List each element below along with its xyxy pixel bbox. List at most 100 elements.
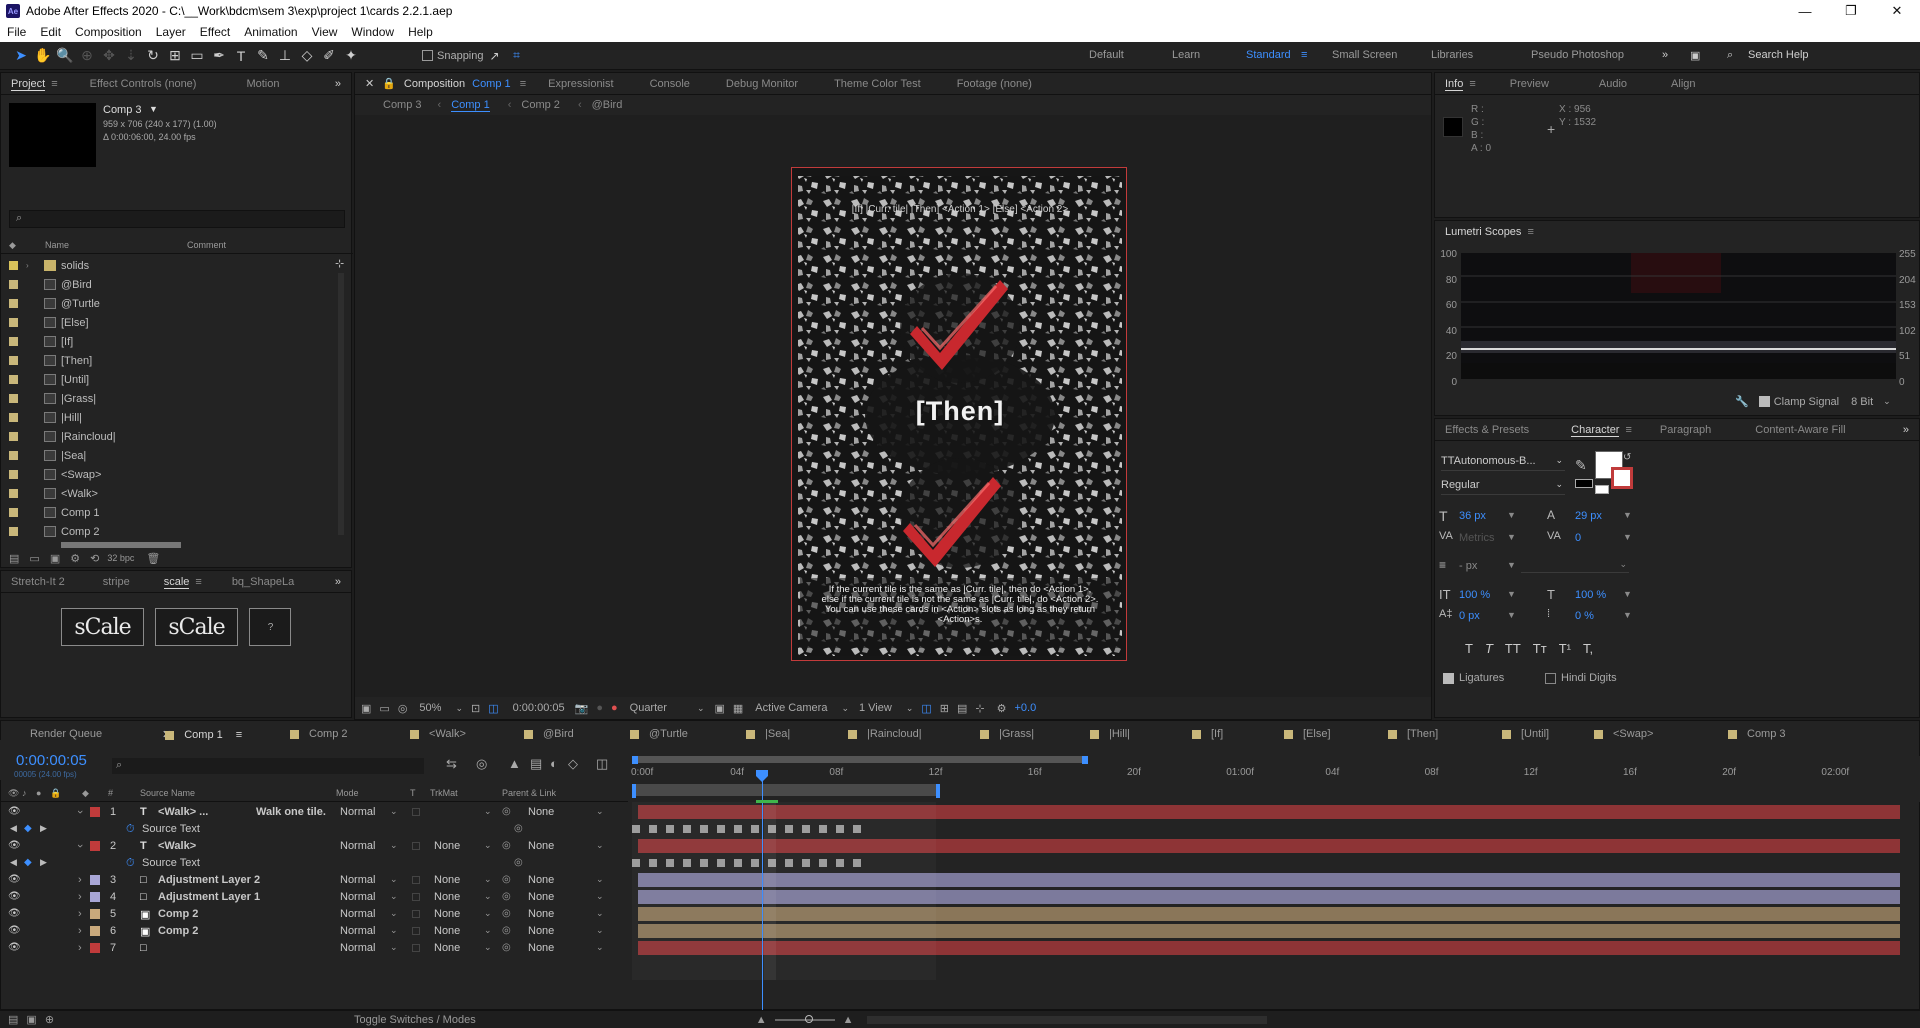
- label-color-swatch[interactable]: [9, 470, 18, 479]
- parent-pickwhip-icon[interactable]: ◎: [502, 925, 511, 936]
- range-end-handle[interactable]: [936, 784, 940, 798]
- fit-icon[interactable]: ⊡: [471, 702, 480, 715]
- timeline-tab[interactable]: Render Queue: [30, 728, 102, 740]
- timeline-tab[interactable]: [Until]: [1502, 728, 1549, 740]
- roto-brush-tool-icon[interactable]: ✐: [318, 45, 340, 67]
- dolly-camera-icon[interactable]: ⇣: [120, 45, 142, 67]
- label-color-swatch[interactable]: [9, 299, 18, 308]
- project-comp-item[interactable]: <Swap>: [1, 465, 335, 484]
- breadcrumb-comp-2[interactable]: Comp 2: [521, 99, 560, 111]
- layer-duration-bar[interactable]: [638, 873, 1900, 887]
- eyedropper-icon[interactable]: ✎: [1575, 457, 1587, 474]
- chevron-down-icon[interactable]: ▼: [1623, 532, 1632, 542]
- render-range-bar[interactable]: [632, 784, 938, 796]
- blend-mode-select[interactable]: Normal: [340, 891, 375, 903]
- track-matte-select[interactable]: None: [434, 840, 460, 852]
- puppet-pin-tool-icon[interactable]: ✦: [340, 45, 362, 67]
- label-color-swatch[interactable]: [9, 451, 18, 460]
- menu-file[interactable]: File: [0, 25, 33, 39]
- breadcrumb-comp-3[interactable]: Comp 3: [383, 99, 422, 111]
- blend-mode-select[interactable]: Normal: [340, 840, 375, 852]
- timeline-tab[interactable]: |Grass|: [980, 728, 1034, 740]
- tab-audio[interactable]: Audio: [1589, 78, 1637, 90]
- hold-keyframe-icon[interactable]: [751, 825, 759, 833]
- maximize-button[interactable]: ❐: [1828, 0, 1874, 22]
- hold-keyframe-icon[interactable]: [683, 825, 691, 833]
- expand-layer-icon[interactable]: ›: [74, 810, 86, 814]
- clone-stamp-tool-icon[interactable]: ⊥: [274, 45, 296, 67]
- timeline-tab[interactable]: [If]: [1192, 728, 1223, 740]
- new-comp-icon[interactable]: ▣: [50, 552, 60, 565]
- timeline-tab[interactable]: |Sea|: [746, 728, 790, 740]
- chevron-down-icon[interactable]: ▼: [1623, 589, 1632, 599]
- composition-canvas[interactable]: [If] |Curr. tile| [Then] <Action 1> [Els…: [791, 167, 1127, 661]
- next-keyframe-icon[interactable]: ▶: [40, 823, 47, 834]
- layer-row[interactable]: 👁 › 3 □ Adjustment Layer 2 Normal ⌄ None ⌄ ◎ None ⌄: [0, 872, 628, 889]
- panel-overflow-icon[interactable]: »: [1893, 424, 1919, 436]
- timeline-tab[interactable]: <Swap>: [1594, 728, 1653, 740]
- vertical-scale-value[interactable]: 100 %: [1459, 589, 1490, 601]
- label-color-swatch[interactable]: [9, 413, 18, 422]
- snapshot-icon[interactable]: 📷: [575, 702, 589, 715]
- hold-keyframe-icon[interactable]: [700, 825, 708, 833]
- zoom-out-icon[interactable]: ▲: [756, 1014, 767, 1026]
- label-color-swatch[interactable]: [9, 432, 18, 441]
- shy-layers-icon[interactable]: ▲: [508, 756, 521, 771]
- workspace-learn[interactable]: Learn: [1172, 49, 1200, 61]
- snapping-checkbox[interactable]: [422, 50, 433, 61]
- hold-keyframe-icon[interactable]: [649, 859, 657, 867]
- workspace-libraries[interactable]: Libraries: [1431, 49, 1473, 61]
- color-channel-icon[interactable]: ●: [611, 702, 618, 714]
- rotation-tool-icon[interactable]: ↻: [142, 45, 164, 67]
- show-snapshot-icon[interactable]: ●: [596, 702, 603, 714]
- leading-value[interactable]: 29 px: [1575, 510, 1602, 522]
- tab-content-aware-fill[interactable]: Content-Aware Fill: [1745, 424, 1855, 436]
- workspace-standard[interactable]: Standard: [1246, 49, 1291, 61]
- parent-select[interactable]: None: [528, 942, 554, 954]
- timeline-tab[interactable]: [Then]: [1388, 728, 1438, 740]
- timeline-link-icon[interactable]: ▤: [957, 702, 967, 715]
- label-color-swatch[interactable]: [9, 337, 18, 346]
- pen-tool-icon[interactable]: ✒: [208, 45, 230, 67]
- layer-duration-bar[interactable]: [638, 890, 1900, 904]
- chevron-right-icon[interactable]: ›: [26, 261, 44, 270]
- zoom-slider-knob[interactable]: [804, 1014, 813, 1023]
- no-fill-swatch[interactable]: [1575, 479, 1593, 488]
- project-comp-item[interactable]: |Raincloud|: [1, 427, 335, 446]
- bit-depth-button[interactable]: 32 bpc: [107, 553, 134, 563]
- kerning-value[interactable]: Metrics: [1459, 532, 1494, 544]
- layer-row[interactable]: 👁 › 2 T <Walk> Normal ⌄ None ⌄ ◎ None ⌄: [0, 838, 628, 855]
- label-color-swatch[interactable]: [90, 926, 100, 936]
- chevron-down-icon[interactable]: ▼: [1507, 560, 1516, 570]
- expression-pickwhip-icon[interactable]: ◎: [514, 857, 523, 868]
- toggle-pixel-aspect-icon[interactable]: ◫: [921, 702, 931, 715]
- frame-blending-icon[interactable]: ▤: [530, 756, 542, 772]
- pan-camera-icon[interactable]: ✥: [98, 45, 120, 67]
- parent-pickwhip-icon[interactable]: ◎: [502, 840, 511, 851]
- hold-keyframe-icon[interactable]: [751, 859, 759, 867]
- preserve-transparency-box[interactable]: [412, 808, 420, 816]
- timeline-tab[interactable]: @Turtle: [630, 728, 688, 740]
- reset-exposure-icon[interactable]: ⚙: [997, 702, 1007, 715]
- tab-debug-monitor[interactable]: Debug Monitor: [716, 78, 808, 90]
- faux-bold-button[interactable]: T: [1465, 641, 1473, 656]
- faux-italic-button[interactable]: T: [1485, 641, 1493, 656]
- work-area-bar[interactable]: [632, 756, 1086, 763]
- project-comp-item[interactable]: |Sea|: [1, 446, 335, 465]
- tab-character[interactable]: Character ≡: [1561, 423, 1642, 437]
- expand-layer-icon[interactable]: ›: [78, 891, 82, 903]
- chevron-down-icon[interactable]: ▼: [1507, 589, 1516, 599]
- monitor-icon[interactable]: ▭: [379, 702, 389, 715]
- hold-keyframe-icon[interactable]: [819, 859, 827, 867]
- stroke-type-select[interactable]: ⌄: [1521, 559, 1629, 573]
- label-color-swatch[interactable]: [90, 909, 100, 919]
- project-comp-item[interactable]: |Hill|: [1, 408, 335, 427]
- layer-duration-bar[interactable]: [638, 839, 1900, 853]
- ligatures-checkbox[interactable]: [1443, 673, 1454, 684]
- timeline-tab[interactable]: @Bird: [524, 728, 574, 740]
- timeline-tab[interactable]: Comp 3: [1728, 728, 1786, 740]
- track-matte-select[interactable]: None: [434, 942, 460, 954]
- font-family-select[interactable]: TTAutonomous-B... ⌄: [1441, 455, 1565, 471]
- track-matte-select[interactable]: None: [434, 925, 460, 937]
- bit-depth-select[interactable]: 8 Bit: [1851, 396, 1873, 408]
